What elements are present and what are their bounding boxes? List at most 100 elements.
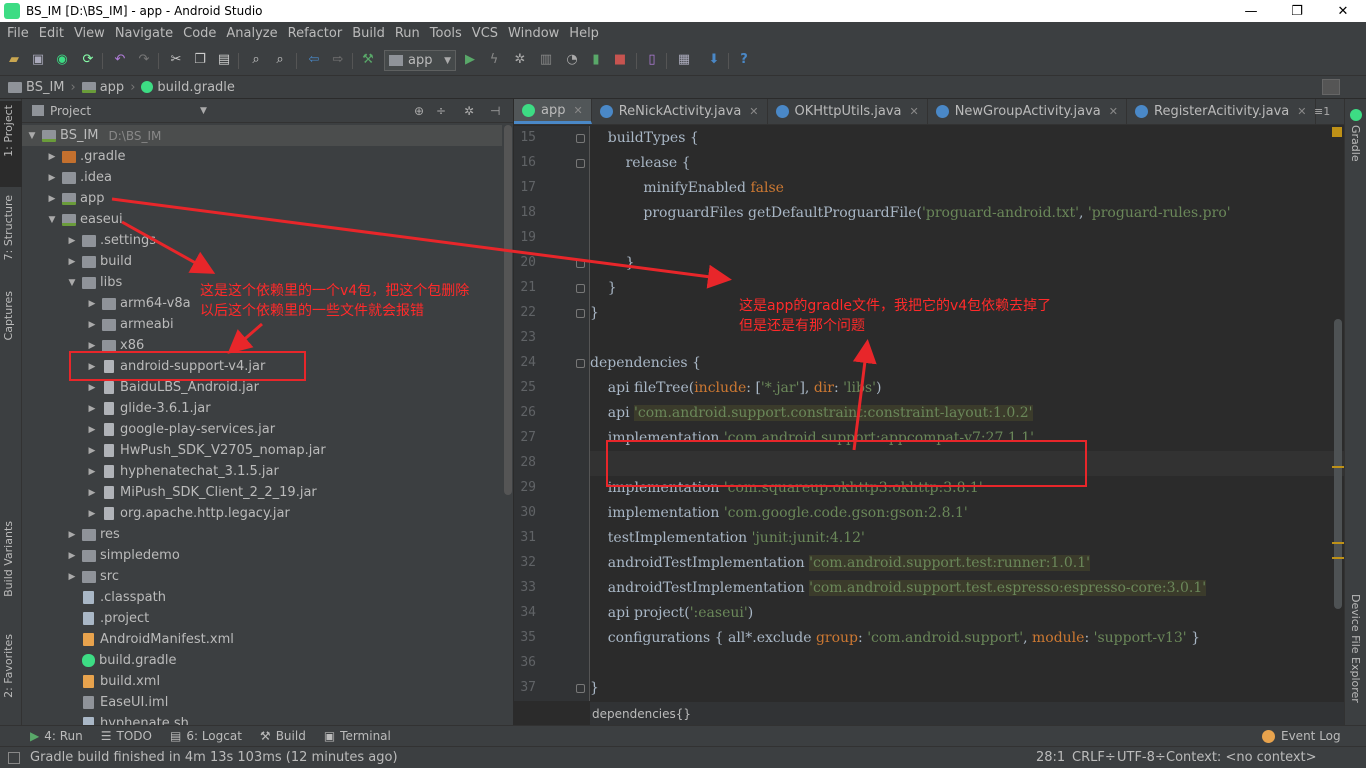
code-breadcrumb[interactable]: dependencies{} [590,701,1344,725]
collapse-icon[interactable]: ÷ [436,104,446,118]
maximize-button[interactable]: ❐ [1274,0,1320,22]
status-message[interactable]: Gradle build finished in 4m 13s 103ms (1… [30,750,398,765]
warning-marker[interactable] [1332,557,1344,559]
collapsed-arrow-icon[interactable]: ▶ [86,488,98,498]
replace-icon[interactable]: ⌕ [272,52,288,68]
tree-item[interactable]: ▶ HwPush_SDK_V2705_nomap.jar [22,440,502,461]
tree-item[interactable]: ▶ org.apache.http.legacy.jar [22,503,502,524]
code-line[interactable]: } [590,276,617,301]
breadcrumb-project[interactable]: BS_IM [8,80,65,95]
collapsed-arrow-icon[interactable]: ▶ [86,404,98,414]
close-tab-icon[interactable]: ✕ [1297,105,1306,118]
editor-tab[interactable]: RegisterAcitivity.java ✕ [1127,99,1316,124]
code-line[interactable]: } [590,676,599,701]
bottom-tool-terminal[interactable]: ▣ Terminal [324,729,391,743]
expanded-arrow-icon[interactable]: ▼ [66,278,78,288]
menu-view[interactable]: View [69,26,110,41]
code-line[interactable]: implementation 'com.google.code.gson:gso… [590,501,968,526]
tree-scrollbar[interactable] [504,125,512,495]
tool-windows-toggle-icon[interactable] [8,751,20,764]
fold-marker-icon[interactable] [576,684,585,693]
bottom-tool-todo[interactable]: ☰ TODO [101,729,152,743]
code-line[interactable]: proguardFiles getDefaultProguardFile('pr… [590,201,1230,226]
fold-marker-icon[interactable] [576,309,585,318]
close-button[interactable]: ✕ [1320,0,1366,22]
open-folder-icon[interactable]: ▰ [6,52,22,68]
attach-debugger-icon[interactable]: ▥ [538,52,554,68]
debug-icon[interactable]: ✲ [512,52,528,68]
collapsed-arrow-icon[interactable]: ▶ [86,467,98,477]
menu-run[interactable]: Run [390,26,425,41]
find-icon[interactable]: ⌕ [248,52,264,68]
tree-item[interactable]: ▼ easeui [22,209,502,230]
collapsed-arrow-icon[interactable]: ▶ [46,194,58,204]
tree-item[interactable]: EaseUI.iml [22,692,502,713]
collapsed-arrow-icon[interactable]: ▶ [86,425,98,435]
code-area[interactable]: buildTypes { release { minifyEnabled fal… [590,126,1344,701]
tree-item[interactable]: ▶ res [22,524,502,545]
tree-item[interactable]: ▶ .idea [22,167,502,188]
tree-item[interactable]: ▶ .gradle [22,146,502,167]
tree-item[interactable]: ▶ MiPush_SDK_Client_2_2_19.jar [22,482,502,503]
menu-help[interactable]: Help [564,26,604,41]
fold-marker-icon[interactable] [576,259,585,268]
fold-marker-icon[interactable] [576,134,585,143]
build-variants-tool-tab[interactable]: Build Variants [2,521,15,597]
gradle-tool-tab[interactable]: Gradle [1349,125,1362,162]
close-tab-icon[interactable]: ✕ [909,105,918,118]
menu-analyze[interactable]: Analyze [221,26,282,41]
tree-item[interactable]: ▶ hyphenatechat_3.1.5.jar [22,461,502,482]
run-config-select[interactable]: app ▼ [384,50,456,71]
apply-changes-icon[interactable]: ϟ [486,52,502,68]
collapsed-arrow-icon[interactable]: ▶ [86,383,98,393]
code-line[interactable]: } [590,251,635,276]
undo-icon[interactable]: ↶ [112,52,128,68]
code-line[interactable]: api project(':easeui') [590,601,753,626]
breadcrumb-file[interactable]: build.gradle [141,80,235,95]
line-separator[interactable]: CRLF÷ [1072,750,1116,765]
tree-item[interactable]: ▶ google-play-services.jar [22,419,502,440]
collapsed-arrow-icon[interactable]: ▶ [86,320,98,330]
favorites-tool-tab[interactable]: 2: Favorites [2,634,15,698]
run-icon[interactable]: ▶ [462,52,478,68]
code-line[interactable]: androidTestImplementation 'com.android.s… [590,551,1090,576]
code-line[interactable]: buildTypes { [590,126,699,151]
tree-item[interactable]: ▶ app [22,188,502,209]
collapsed-arrow-icon[interactable]: ▶ [46,152,58,162]
minimize-button[interactable]: — [1228,0,1274,22]
code-line[interactable]: testImplementation 'junit:junit:4.12' [590,526,865,551]
expanded-arrow-icon[interactable]: ▼ [46,215,58,225]
inspection-status-icon[interactable] [1332,127,1342,137]
menu-refactor[interactable]: Refactor [283,26,348,41]
collapsed-arrow-icon[interactable]: ▶ [86,299,98,309]
menu-window[interactable]: Window [503,26,564,41]
tree-item[interactable]: ▼ BS_IM D:\BS_IM [22,125,502,146]
tab-list-menu[interactable]: ≡1 [1314,105,1330,118]
bottom-tool-logcat[interactable]: ▤ 6: Logcat [170,729,242,743]
chevron-down-icon[interactable]: ▼ [200,106,207,116]
tree-item[interactable]: ▶ simpledemo [22,545,502,566]
hide-panel-icon[interactable]: ⊣ [490,104,500,118]
captures-tool-tab[interactable]: Captures [2,291,15,340]
profile-icon[interactable]: ◔ [564,52,580,68]
copy-icon[interactable]: ❐ [192,52,208,68]
fold-marker-icon[interactable] [576,359,585,368]
redo-icon[interactable]: ↷ [136,52,152,68]
code-line[interactable]: androidTestImplementation 'com.android.s… [590,576,1207,601]
caret-position[interactable]: 28:1 [1036,750,1065,765]
fold-marker-icon[interactable] [576,284,585,293]
gear-icon[interactable]: ✲ [464,104,474,118]
menu-file[interactable]: File [2,26,34,41]
collapsed-arrow-icon[interactable]: ▶ [86,509,98,519]
editor-tab[interactable]: NewGroupActivity.java ✕ [928,99,1127,124]
editor-scrollbar[interactable] [1334,319,1342,609]
tree-item[interactable]: AndroidManifest.xml [22,629,502,650]
code-line[interactable]: api fileTree(include: ['*.jar'], dir: 'l… [590,376,882,401]
collapsed-arrow-icon[interactable]: ▶ [66,551,78,561]
cut-icon[interactable]: ✂ [168,52,184,68]
code-line[interactable]: minifyEnabled false [590,176,784,201]
project-view-select[interactable]: Project [50,104,91,118]
menu-navigate[interactable]: Navigate [110,26,178,41]
tree-item[interactable]: ▶ .settings [22,230,502,251]
back-icon[interactable]: ⇦ [306,52,322,68]
